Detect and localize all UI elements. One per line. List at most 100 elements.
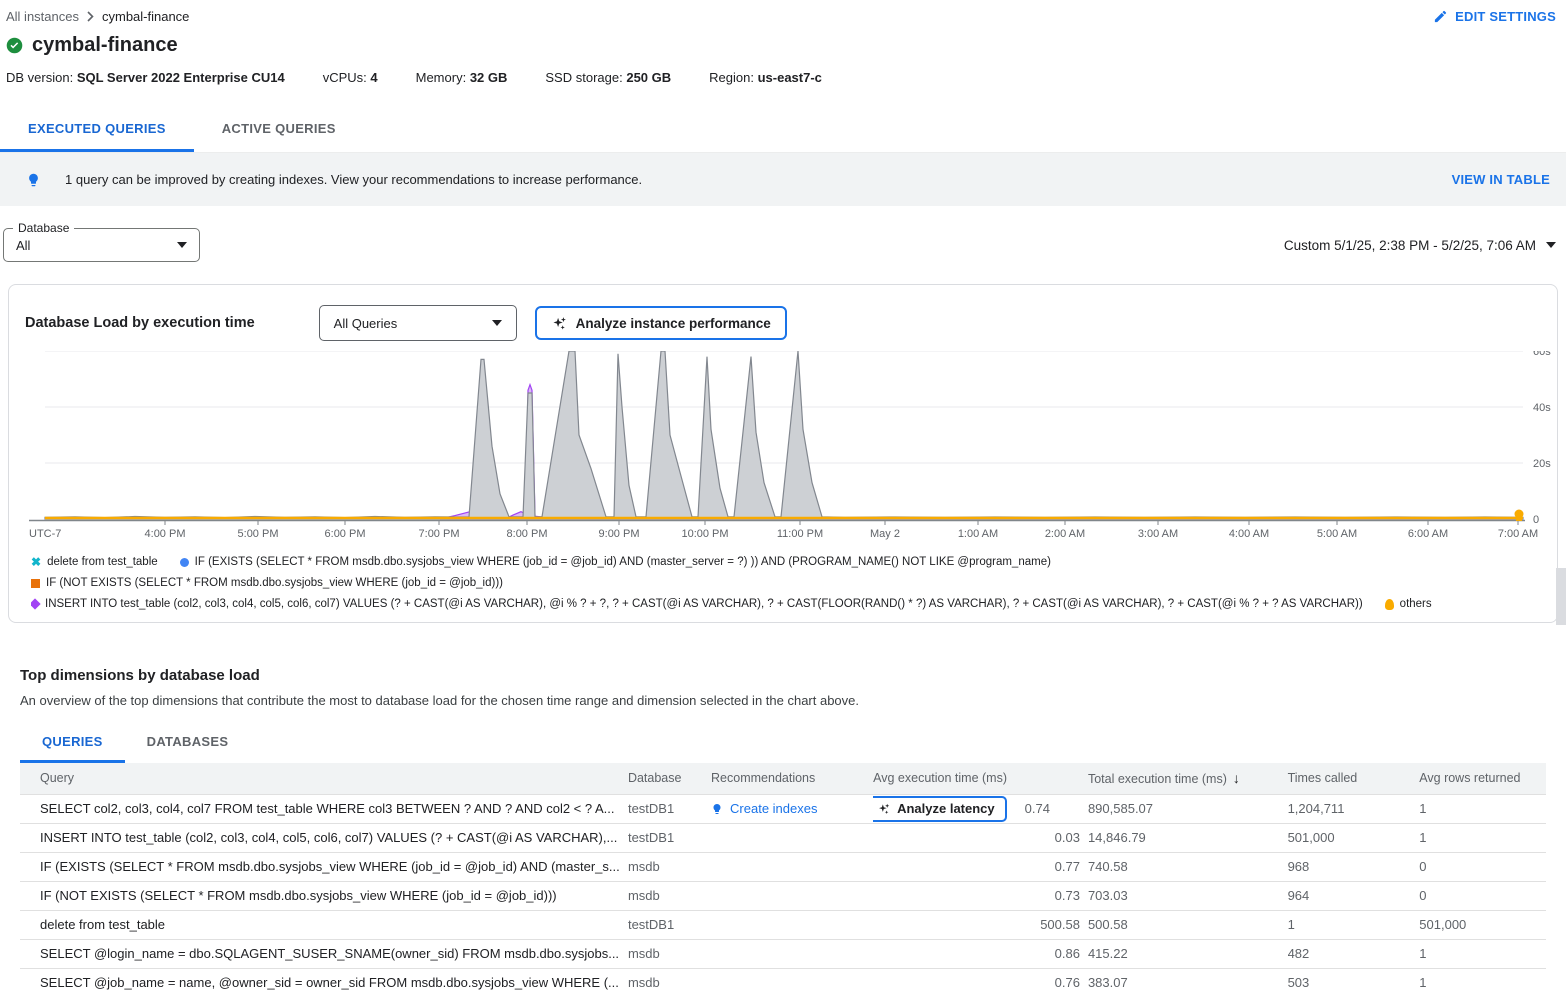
column-header[interactable]: Query [20,763,628,794]
database-load-chart[interactable]: UTC-74:00 PM5:00 PM6:00 PM7:00 PM8:00 PM… [23,351,1563,545]
legend-item[interactable]: INSERT INTO test_table (col2, col3, col4… [31,598,1363,610]
column-header[interactable]: Times called [1288,763,1420,794]
column-header[interactable]: Recommendations [711,763,873,794]
database-select-value: All [16,238,30,253]
times-called: 503 [1288,968,1420,997]
filter-row: Database All Custom 5/1/25, 2:38 PM - 5/… [3,228,1556,262]
svg-text:20s: 20s [1533,458,1551,470]
tab-executed-queries[interactable]: EXECUTED QUERIES [0,109,194,152]
svg-text:5:00 AM: 5:00 AM [1317,528,1357,540]
legend-label: others [1400,598,1432,610]
times-called: 1,204,711 [1288,794,1420,823]
times-called: 1 [1288,910,1420,939]
query-row[interactable]: SELECT col2, col3, col4, col7 FROM test_… [20,794,1546,823]
avg-value: 0.74 [1025,801,1080,816]
query-row[interactable]: IF (EXISTS (SELECT * FROM msdb.dbo.sysjo… [20,852,1546,881]
query-insights-page: All instances cymbal-finance EDIT SETTIN… [0,0,1566,997]
query-text[interactable]: SELECT col2, col3, col4, col7 FROM test_… [20,794,628,823]
column-header[interactable]: Total execution time (ms)↓ [1088,763,1288,794]
query-row[interactable]: SELECT @job_name = name, @owner_sid = ow… [20,968,1546,997]
legend-item[interactable]: ✖delete from test_table [31,556,158,568]
avg-execution-time: Analyze latency 0.74 [873,794,1088,823]
database-name: msdb [628,881,711,910]
top-dimensions-title: Top dimensions by database load [20,667,1556,684]
analyze-instance-performance-button[interactable]: Analyze instance performance [535,306,787,340]
edit-settings-button[interactable]: EDIT SETTINGS [1433,9,1556,24]
meta-label: vCPUs: [323,70,367,85]
legend-label: INSERT INTO test_table (col2, col3, col4… [45,598,1363,610]
database-name: msdb [628,939,711,968]
breadcrumb-current: cymbal-finance [102,9,189,24]
instance-meta-row: DB version: SQL Server 2022 Enterprise C… [0,57,1566,85]
database-name: testDB1 [628,910,711,939]
avg-rows-returned: 1 [1419,794,1546,823]
query-row[interactable]: INSERT INTO test_table (col2, col3, col4… [20,823,1546,852]
column-header[interactable]: Avg execution time (ms) [873,763,1088,794]
top-dimensions-section: Top dimensions by database load An overv… [0,623,1566,708]
avg-execution-time: 0.03 [873,823,1088,852]
legend-item[interactable]: IF (EXISTS (SELECT * FROM msdb.dbo.sysjo… [180,556,1051,568]
chart-area: UTC-74:00 PM5:00 PM6:00 PM7:00 PM8:00 PM… [9,347,1557,550]
avg-execution-time: 0.76 [873,968,1088,997]
query-text[interactable]: delete from test_table [20,910,628,939]
analyze-latency-button[interactable]: Analyze latency [873,796,1007,822]
bulb-marker-icon [1385,599,1394,610]
legend-label: IF (EXISTS (SELECT * FROM msdb.dbo.sysjo… [195,556,1051,568]
svg-text:9:00 PM: 9:00 PM [599,528,640,540]
legend-item[interactable]: others [1385,598,1432,610]
create-indexes-link[interactable]: Create indexes [711,801,865,817]
meta-value: 32 GB [470,70,508,85]
recommendation-cell [711,939,873,968]
svg-text:4:00 PM: 4:00 PM [145,528,186,540]
svg-text:3:00 AM: 3:00 AM [1138,528,1178,540]
query-text[interactable]: IF (NOT EXISTS (SELECT * FROM msdb.dbo.s… [20,881,628,910]
avg-execution-time: 0.73 [873,881,1088,910]
recommendation-label: Create indexes [730,801,817,816]
query-row[interactable]: delete from test_tabletestDB1500.58500.5… [20,910,1546,939]
query-text[interactable]: SELECT @login_name = dbo.SQLAGENT_SUSER_… [20,939,628,968]
chevron-right-icon [87,11,94,22]
recommendation-cell [711,968,873,997]
meta-item: Memory: 32 GB [416,70,508,85]
meta-label: Memory: [416,70,467,85]
svg-text:6:00 AM: 6:00 AM [1408,528,1448,540]
analyze-instance-performance-label: Analyze instance performance [576,316,771,331]
avg-rows-returned: 501,000 [1419,910,1546,939]
lightbulb-icon [711,801,723,817]
query-text[interactable]: INSERT INTO test_table (col2, col3, col4… [20,823,628,852]
view-in-table-button[interactable]: VIEW IN TABLE [1452,172,1550,187]
query-row[interactable]: IF (NOT EXISTS (SELECT * FROM msdb.dbo.s… [20,881,1546,910]
lightbulb-icon [26,170,41,190]
tab-queries[interactable]: QUERIES [20,724,125,763]
times-called: 501,000 [1288,823,1420,852]
series-insert-into-test-table [440,385,1523,519]
tab-active-queries[interactable]: ACTIVE QUERIES [194,109,364,152]
svg-text:5:00 PM: 5:00 PM [238,528,279,540]
query-row[interactable]: SELECT @login_name = dbo.SQLAGENT_SUSER_… [20,939,1546,968]
avg-rows-returned: 0 [1419,881,1546,910]
tab-databases[interactable]: DATABASES [125,724,251,763]
svg-text:8:00 PM: 8:00 PM [507,528,548,540]
column-header[interactable]: Database [628,763,711,794]
recommendation-cell [711,823,873,852]
total-execution-time: 703.03 [1088,881,1288,910]
time-range-select[interactable]: Custom 5/1/25, 2:38 PM - 5/2/25, 7:06 AM [1284,238,1556,253]
meta-label: Region: [709,70,754,85]
top-dimensions-subtitle: An overview of the top dimensions that c… [20,693,1556,708]
query-text[interactable]: IF (EXISTS (SELECT * FROM msdb.dbo.sysjo… [20,852,628,881]
gemini-sparkle-icon [877,802,891,816]
column-header[interactable]: Avg rows returned [1419,763,1546,794]
total-execution-time: 415.22 [1088,939,1288,968]
svg-text:UTC-7: UTC-7 [29,528,61,540]
legend-item[interactable]: IF (NOT EXISTS (SELECT * FROM msdb.dbo.s… [31,577,503,589]
times-called: 968 [1288,852,1420,881]
chart-title: Database Load by execution time [25,315,255,331]
meta-value: 4 [370,70,377,85]
chevron-down-icon [1546,242,1556,248]
query-filter-select[interactable]: All Queries [319,305,517,341]
breadcrumb-all-instances[interactable]: All instances [6,9,79,24]
dimension-tabs: QUERIES DATABASES [20,724,1566,763]
vertical-scrollbar-thumb[interactable] [1556,568,1566,625]
database-select[interactable]: Database All [3,228,200,262]
query-text[interactable]: SELECT @job_name = name, @owner_sid = ow… [20,968,628,997]
